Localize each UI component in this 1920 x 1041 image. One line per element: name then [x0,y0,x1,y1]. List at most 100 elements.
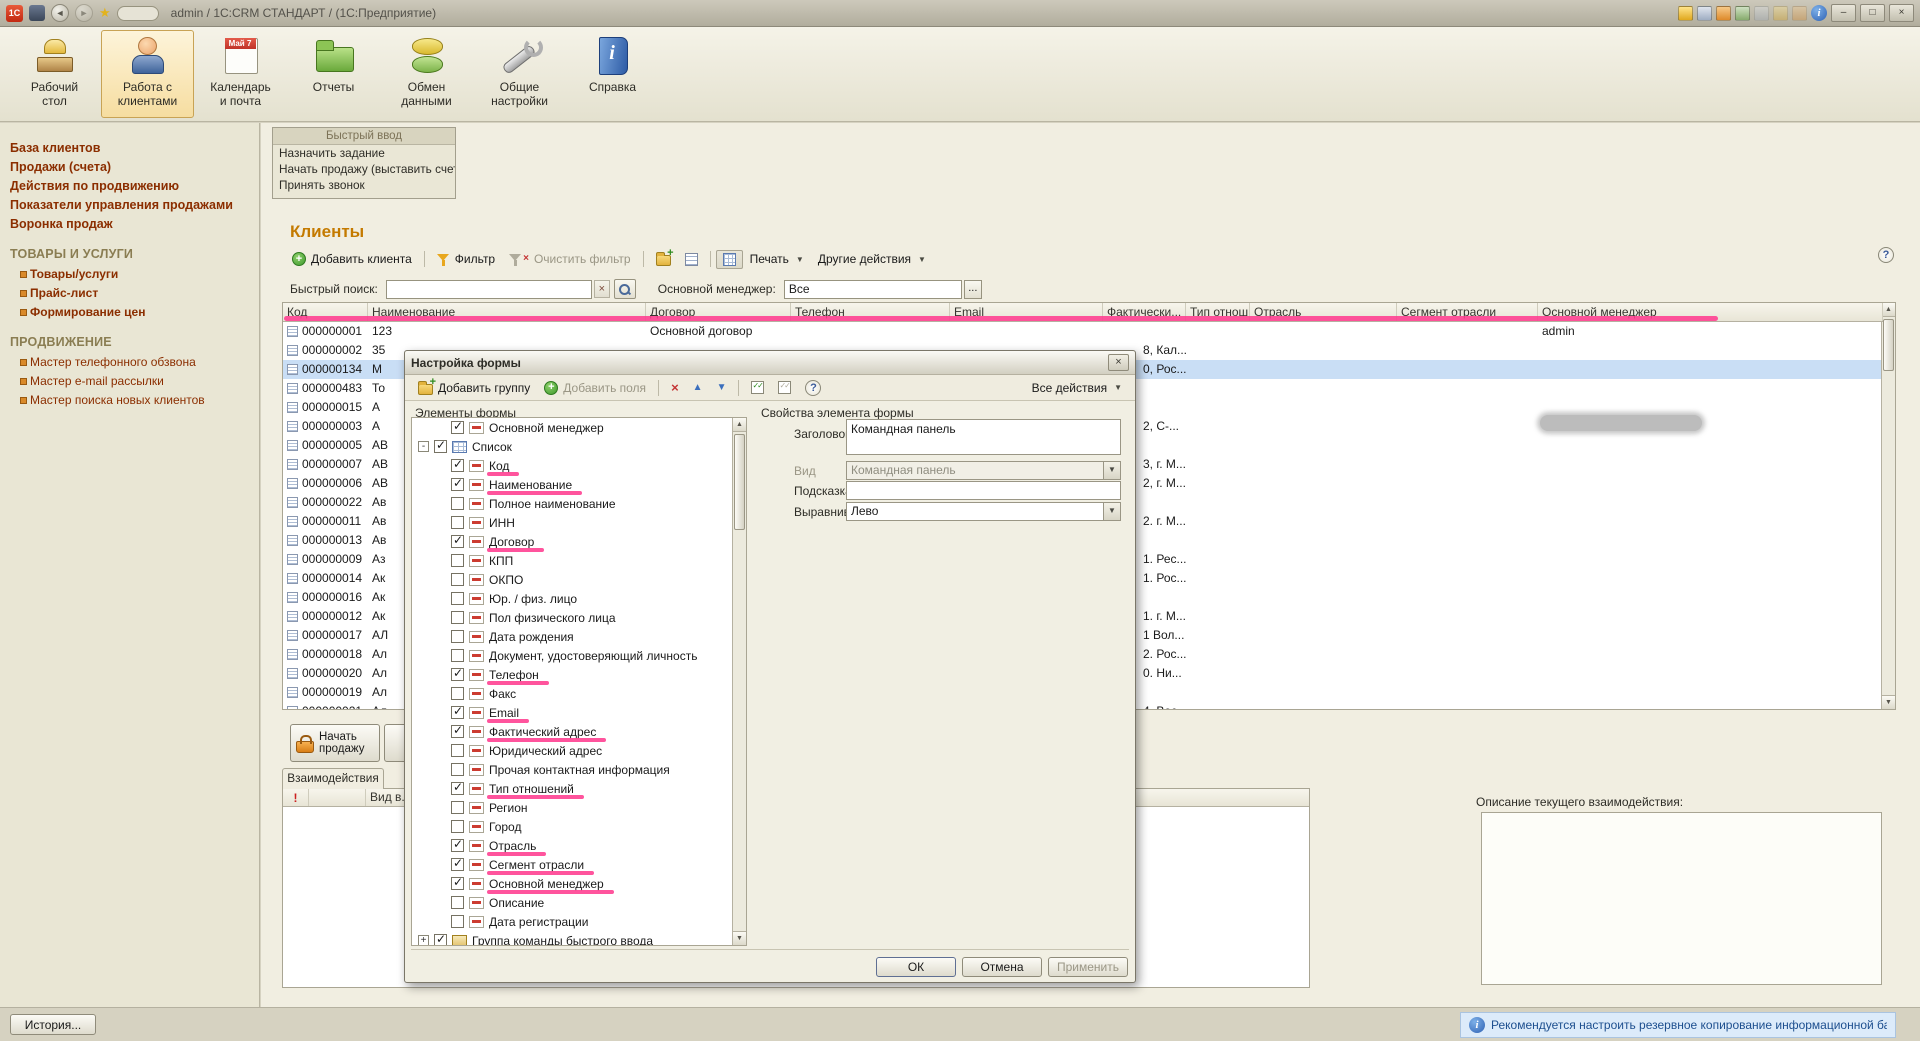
ribbon-item[interactable]: Работа с клиентами [101,30,194,118]
tree-item[interactable]: Дата рождения [412,627,733,646]
window-maximize-button[interactable]: □ [1860,4,1885,22]
tree-item[interactable]: Код [412,456,733,475]
all-actions-button[interactable]: Все действия▼ [1025,378,1129,398]
element-checkbox[interactable] [451,801,464,814]
sidebar-item[interactable]: Показатели управления продажами [10,198,253,212]
tree-item[interactable]: Документ, удостоверяющий личность [412,646,733,665]
tree-item[interactable]: Пол физического лица [412,608,733,627]
sidebar-item[interactable]: Воронка продаж [10,217,253,231]
scroll-down-arrow[interactable]: ▼ [1882,695,1895,709]
start-sale-button[interactable]: Начать продажу [290,724,380,762]
quick-input-item[interactable]: Принять звонок [273,177,455,193]
add-client-button[interactable]: Добавить клиента [285,249,419,269]
tree-item[interactable]: Основной менеджер [412,874,733,893]
uncheck-all-button[interactable] [771,378,798,397]
sidebar-item[interactable]: Формирование цен [20,305,253,319]
tree-item[interactable]: Группа команды быстрого ввода [412,931,733,946]
element-checkbox[interactable] [451,744,464,757]
hint-property-input[interactable] [846,481,1121,500]
scroll-thumb[interactable] [734,434,745,530]
check-all-button[interactable] [744,378,771,397]
table-row[interactable]: 000000001 123 Основной договор admin [283,322,1883,341]
window-minimize-button[interactable]: – [1831,4,1856,22]
add-fields-button[interactable]: Добавить поля [537,378,653,398]
element-checkbox[interactable] [434,934,447,946]
element-checkbox[interactable] [451,592,464,605]
quick-search-input[interactable] [386,280,592,299]
tree-item[interactable]: Дата регистрации [412,912,733,931]
favorites-star-icon[interactable]: ★ [99,5,111,21]
ok-button[interactable]: ОК [876,957,956,977]
element-checkbox[interactable] [451,687,464,700]
ribbon-item[interactable]: Справка [566,30,659,118]
element-checkbox[interactable] [451,668,464,681]
help-button[interactable] [1878,247,1894,263]
tree-item[interactable]: Фактический адрес [412,722,733,741]
tree-item[interactable]: Юр. / физ. лицо [412,589,733,608]
tree-item[interactable]: Наименование [412,475,733,494]
dialog-close-button[interactable]: × [1108,354,1129,371]
description-input[interactable] [1481,812,1882,985]
tree-item[interactable]: Телефон [412,665,733,684]
element-checkbox[interactable] [451,516,464,529]
element-checkbox[interactable] [451,611,464,624]
element-checkbox[interactable] [451,763,464,776]
new-group-button[interactable] [649,249,678,269]
clear-search-button[interactable]: × [594,280,610,298]
tree-item[interactable]: Юридический адрес [412,741,733,760]
configure-list-button[interactable] [716,250,743,269]
sidebar-item[interactable]: Мастер поиска новых клиентов [20,393,253,407]
manager-picker-button[interactable]: ... [964,280,982,299]
quick-input-item[interactable]: Назначить задание [273,145,455,161]
element-checkbox[interactable] [451,421,464,434]
add-group-button[interactable]: Добавить группу [411,378,537,398]
scroll-thumb[interactable] [1883,319,1894,371]
sidebar-item[interactable]: Товары/услуги [20,267,253,281]
calendar-tool-icon[interactable] [1697,6,1712,21]
element-checkbox[interactable] [451,573,464,586]
element-checkbox[interactable] [451,706,464,719]
tree-item[interactable]: Город [412,817,733,836]
ribbon-item[interactable]: Общие настройки [473,30,566,118]
table-scrollbar[interactable]: ▲ ▼ [1881,303,1895,709]
dialog-help-button[interactable] [798,377,828,399]
tree-item[interactable]: Регион [412,798,733,817]
element-checkbox[interactable] [451,649,464,662]
clear-filter-button[interactable]: × Очистить фильтр [502,249,637,269]
element-checkbox[interactable] [451,554,464,567]
element-checkbox[interactable] [451,535,464,548]
table-tool-icon[interactable] [1716,6,1731,21]
sidebar-item[interactable]: База клиентов [10,141,253,155]
element-checkbox[interactable] [451,896,464,909]
sidebar-item[interactable]: Действия по продвижению [10,179,253,193]
list-view-button[interactable] [678,250,705,269]
quick-input-item[interactable]: Начать продажу (выставить счет) [273,161,455,177]
align-property-combo[interactable]: Лево ▼ [846,502,1121,521]
scroll-up-arrow[interactable]: ▲ [1882,303,1895,317]
expander-icon[interactable] [418,935,429,946]
element-checkbox[interactable] [451,725,464,738]
about-info-icon[interactable] [1811,5,1827,21]
tab-interactions[interactable]: Взаимодействия [282,768,384,789]
delete-element-button[interactable]: × [664,377,686,398]
tree-item[interactable]: Сегмент отрасли [412,855,733,874]
apply-button[interactable]: Применить [1048,957,1128,977]
history-button[interactable]: История... [10,1014,96,1035]
element-checkbox[interactable] [451,915,464,928]
sidebar-item[interactable]: Прайс-лист [20,286,253,300]
element-checkbox[interactable] [451,877,464,890]
forward-button[interactable]: ► [75,4,93,22]
tree-item[interactable]: Договор [412,532,733,551]
tree-item[interactable]: ИНН [412,513,733,532]
manager-filter-input[interactable] [784,280,962,299]
tree-item[interactable]: Основной менеджер [412,418,733,437]
move-down-button[interactable] [710,379,734,396]
tree-item[interactable]: Описание [412,893,733,912]
sidebar-item[interactable]: Продажи (счета) [10,160,253,174]
move-up-button[interactable] [686,379,710,396]
ribbon-item[interactable]: Обмен данными [380,30,473,118]
element-checkbox[interactable] [451,782,464,795]
ribbon-item[interactable]: Отчеты [287,30,380,118]
filter-button[interactable]: Фильтр [430,249,502,269]
tree-item[interactable]: Отрасль [412,836,733,855]
